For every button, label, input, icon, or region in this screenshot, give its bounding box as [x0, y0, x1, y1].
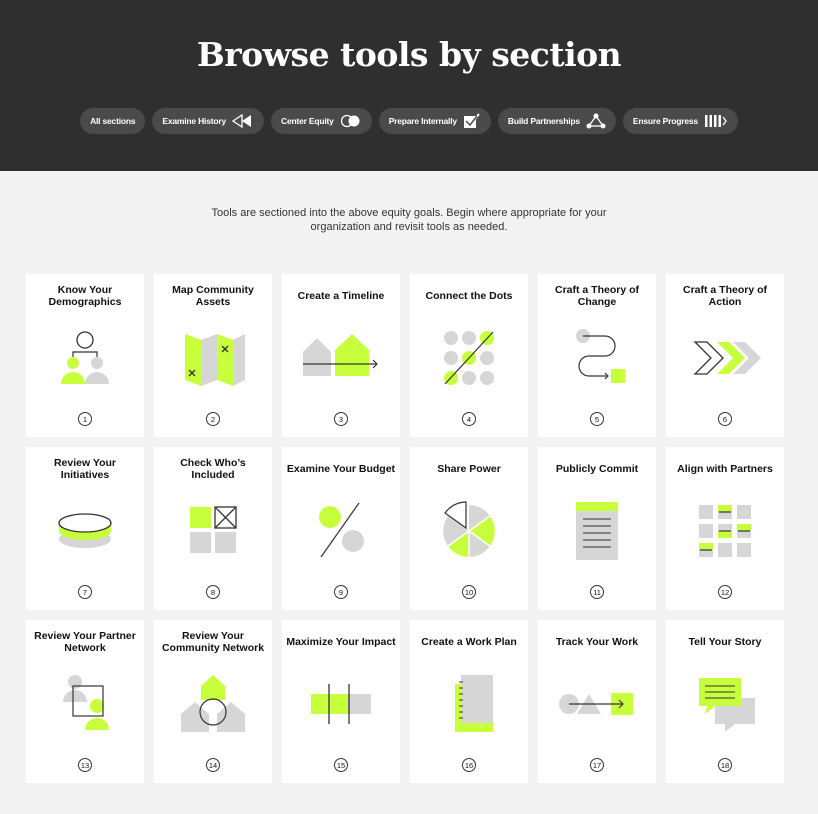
squares-icon — [190, 506, 237, 553]
intro-text: Tools are sectioned into the above equit… — [211, 207, 607, 233]
speech-icon — [699, 678, 755, 732]
tool-card-review-your-partner-network[interactable]: Review Your Partner Network 13 — [26, 620, 144, 783]
tool-number: 9 — [334, 585, 348, 599]
timeline-icon — [303, 334, 378, 376]
tool-number: 15 — [334, 758, 348, 772]
tool-title: Tell Your Story — [688, 636, 762, 648]
map-icon — [185, 334, 245, 386]
tool-card-maximize-your-impact[interactable]: Maximize Your Impact 15 — [282, 620, 400, 783]
tool-number: 18 — [718, 758, 732, 772]
filter-label: Center Equity — [281, 116, 334, 126]
tool-card-connect-the-dots[interactable]: Connect the Dots 4 — [410, 274, 528, 437]
tool-card-create-a-work-plan[interactable]: Create a Work Plan 16 — [410, 620, 528, 783]
progress-icon — [704, 115, 727, 127]
section-filters: All sections Examine History Center Equi… — [0, 108, 818, 134]
toggle-icon — [340, 114, 360, 128]
tool-number: 2 — [206, 412, 220, 426]
tool-number: 3 — [334, 412, 348, 426]
tool-card-craft-a-theory-of-change[interactable]: Craft a Theory of Change 5 — [538, 274, 656, 437]
tool-title: Maximize Your Impact — [286, 636, 396, 648]
people-icon — [61, 331, 109, 384]
filter-ensure-progress[interactable]: Ensure Progress — [622, 108, 738, 134]
tool-number: 11 — [590, 585, 604, 599]
tool-card-examine-your-budget[interactable]: Examine Your Budget 9 — [282, 447, 400, 610]
partner-icon — [63, 675, 109, 730]
tool-card-create-a-timeline[interactable]: Create a Timeline 3 — [282, 274, 400, 437]
tool-card-align-with-partners[interactable]: Align with Partners 12 — [666, 447, 784, 610]
tool-card-tell-your-story[interactable]: Tell Your Story 18 — [666, 620, 784, 783]
tool-card-craft-a-theory-of-action[interactable]: Craft a Theory of Action 6 — [666, 274, 784, 437]
bar-icon — [311, 684, 371, 724]
tool-card-map-community-assets[interactable]: Map Community Assets 2 — [154, 274, 272, 437]
tool-title: Craft a Theory of Action — [682, 284, 767, 308]
filter-all-sections[interactable]: All sections — [80, 108, 146, 134]
hero-header: Browse tools by section All sections Exa… — [0, 0, 818, 171]
disc-icon — [58, 513, 112, 548]
tool-title: Share Power — [437, 463, 501, 475]
page-title: Browse tools by section — [196, 35, 622, 74]
tool-title: Review Your Initiatives — [53, 457, 117, 481]
tool-number: 16 — [462, 758, 476, 772]
filter-prepare-internally[interactable]: Prepare Internally — [378, 108, 491, 134]
dots-icon — [444, 331, 494, 385]
tool-card-know-your-demographics[interactable]: Know Your Demographics 1 — [26, 274, 144, 437]
tool-title: Examine Your Budget — [286, 463, 396, 475]
tool-title: Review Your Partner Network — [34, 630, 136, 654]
filter-label: Ensure Progress — [632, 116, 698, 126]
tool-title: Create a Timeline — [297, 290, 385, 302]
tool-card-publicly-commit[interactable]: Publicly Commit 11 — [538, 447, 656, 610]
filter-label: Build Partnerships — [507, 116, 580, 126]
tool-card-track-your-work[interactable]: Track Your Work 17 — [538, 620, 656, 783]
tool-title: Craft a Theory of Change — [554, 284, 639, 308]
tool-title: Align with Partners — [677, 463, 773, 475]
tool-card-review-your-community-network[interactable]: Review Your Community Network 14 — [154, 620, 272, 783]
tool-title: Map Community Assets — [172, 284, 254, 308]
houses-icon — [181, 675, 245, 732]
tool-card-check-whos-included[interactable]: Check Who’s Included 8 — [154, 447, 272, 610]
tool-title: Create a Work Plan — [421, 636, 517, 648]
tool-number: 4 — [462, 412, 476, 426]
rewind-icon — [232, 114, 252, 128]
filter-label: Prepare Internally — [388, 116, 457, 126]
document-icon — [576, 502, 618, 560]
tool-number: 7 — [78, 585, 92, 599]
tool-number: 10 — [462, 585, 476, 599]
tool-title: Track Your Work — [555, 636, 639, 648]
filter-build-partnerships[interactable]: Build Partnerships — [497, 108, 616, 134]
tool-title: Check Who’s Included — [180, 457, 246, 481]
grid-icon — [699, 505, 751, 557]
shapes-icon — [559, 693, 633, 715]
tool-title: Know Your Demographics — [48, 284, 122, 308]
tool-title: Review Your Community Network — [161, 630, 265, 654]
tool-number: 14 — [206, 758, 220, 772]
tool-card-review-your-initiatives[interactable]: Review Your Initiatives 7 — [26, 447, 144, 610]
network-icon — [586, 113, 606, 129]
filter-label: Examine History — [162, 116, 227, 126]
tool-title: Connect the Dots — [425, 290, 513, 302]
tool-number: 13 — [78, 758, 92, 772]
filter-label: All sections — [90, 116, 136, 126]
tool-number: 8 — [206, 585, 220, 599]
tool-number: 1 — [78, 412, 92, 426]
tool-number: 6 — [718, 412, 732, 426]
percent-icon — [319, 502, 364, 558]
pie-icon — [443, 501, 495, 557]
filter-examine-history[interactable]: Examine History — [152, 108, 265, 134]
tool-number: 12 — [718, 585, 732, 599]
notebook-icon — [455, 675, 493, 732]
tools-grid: Know Your Demographics 1 Map Community A… — [26, 274, 784, 783]
tool-number: 17 — [590, 758, 604, 772]
chevrons-icon — [693, 341, 761, 375]
tool-number: 5 — [590, 412, 604, 426]
filter-center-equity[interactable]: Center Equity — [271, 108, 372, 134]
tool-title: Publicly Commit — [555, 463, 639, 475]
path-icon — [576, 329, 625, 383]
checkbox-icon — [463, 113, 480, 128]
tool-card-share-power[interactable]: Share Power 10 — [410, 447, 528, 610]
